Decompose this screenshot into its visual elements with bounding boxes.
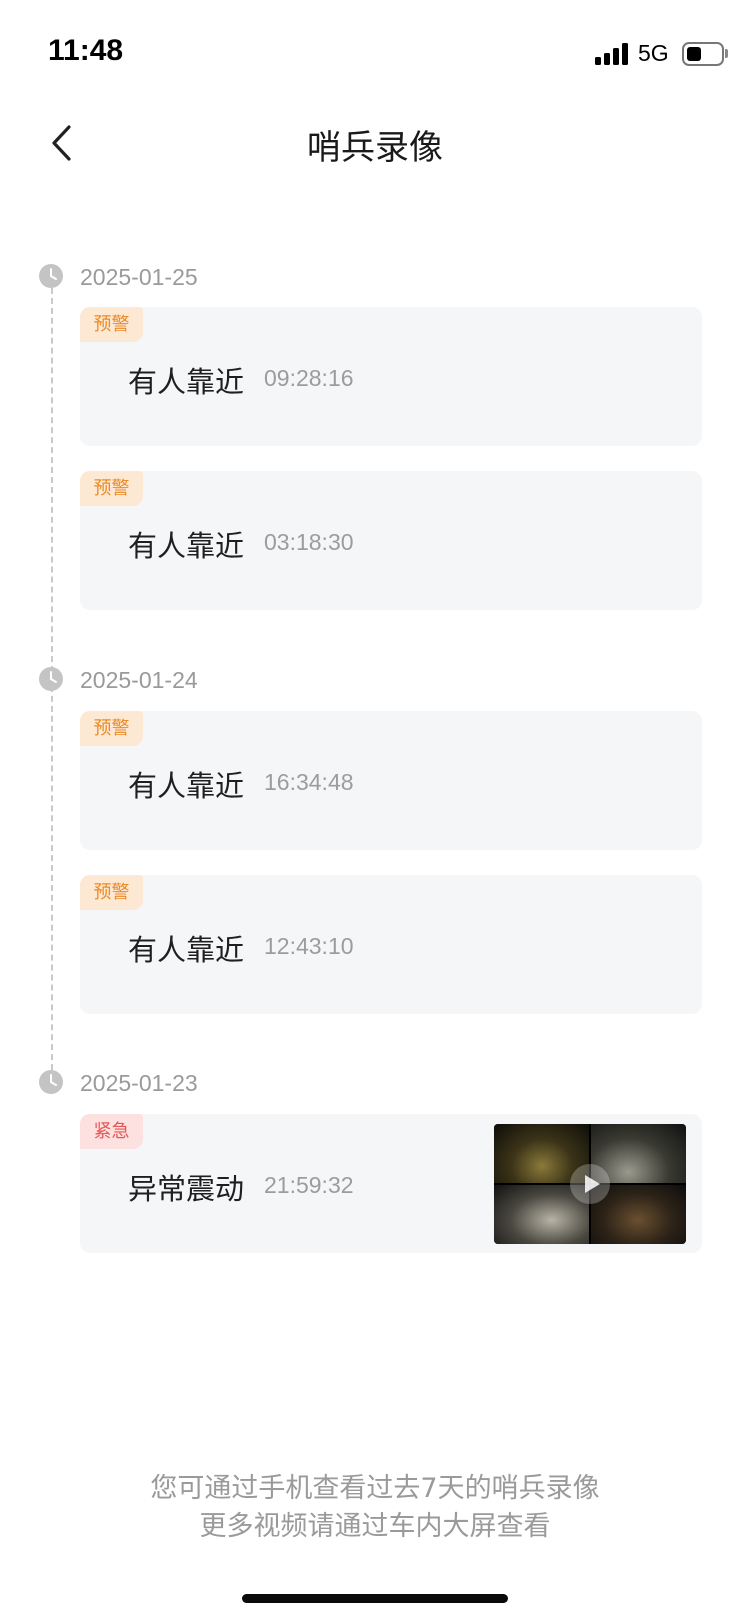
event-card[interactable]: 预警 有人靠近 12:43:10 xyxy=(80,875,702,1014)
event-tag-warning: 预警 xyxy=(80,471,143,506)
clock-icon xyxy=(39,264,63,288)
date-label: 2025-01-25 xyxy=(80,264,198,290)
battery-cap xyxy=(725,49,728,58)
event-tag-warning: 预警 xyxy=(80,711,143,746)
date-label: 2025-01-24 xyxy=(80,667,198,693)
footer-line-2: 更多视频请通过车内大屏查看 xyxy=(199,1511,551,1542)
event-card[interactable]: 预警 有人靠近 03:18:30 xyxy=(80,471,702,610)
clock-icon xyxy=(39,667,63,691)
status-bar: 11:48 5G xyxy=(0,0,750,100)
battery-icon xyxy=(682,42,724,66)
cellular-signal-icon xyxy=(595,43,629,65)
footer-line-1: 您可通过手机查看过去7天的哨兵录像 xyxy=(150,1473,600,1504)
footer-note: 您可通过手机查看过去7天的哨兵录像 更多视频请通过车内大屏查看 xyxy=(0,1470,750,1546)
event-card[interactable]: 紧急 异常震动 21:59:32 xyxy=(80,1114,702,1253)
home-indicator xyxy=(242,1594,508,1603)
event-title: 有人靠近 xyxy=(128,529,245,563)
event-time: 03:18:30 xyxy=(264,529,354,555)
event-title: 有人靠近 xyxy=(128,365,245,399)
event-card[interactable]: 预警 有人靠近 16:34:48 xyxy=(80,711,702,850)
event-card[interactable]: 预警 有人靠近 09:28:16 xyxy=(80,307,702,446)
event-time: 21:59:32 xyxy=(264,1172,354,1198)
network-type-label: 5G xyxy=(638,40,669,66)
event-time: 12:43:10 xyxy=(264,933,354,959)
event-title: 有人靠近 xyxy=(128,933,245,967)
event-title: 有人靠近 xyxy=(128,769,245,803)
event-tag-warning: 预警 xyxy=(80,875,143,910)
event-tag-warning: 预警 xyxy=(80,307,143,342)
status-time: 11:48 xyxy=(48,34,124,67)
event-title: 异常震动 xyxy=(128,1172,245,1206)
event-time: 09:28:16 xyxy=(264,365,354,391)
battery-fill xyxy=(687,47,701,61)
navigation-bar: 哨兵录像 xyxy=(0,100,750,190)
clock-icon xyxy=(39,1070,63,1094)
event-time: 16:34:48 xyxy=(264,769,354,795)
page-title: 哨兵录像 xyxy=(307,128,443,168)
play-icon xyxy=(570,1164,610,1204)
date-label: 2025-01-23 xyxy=(80,1070,198,1096)
event-tag-urgent: 紧急 xyxy=(80,1114,143,1149)
video-thumbnail[interactable] xyxy=(494,1124,686,1244)
